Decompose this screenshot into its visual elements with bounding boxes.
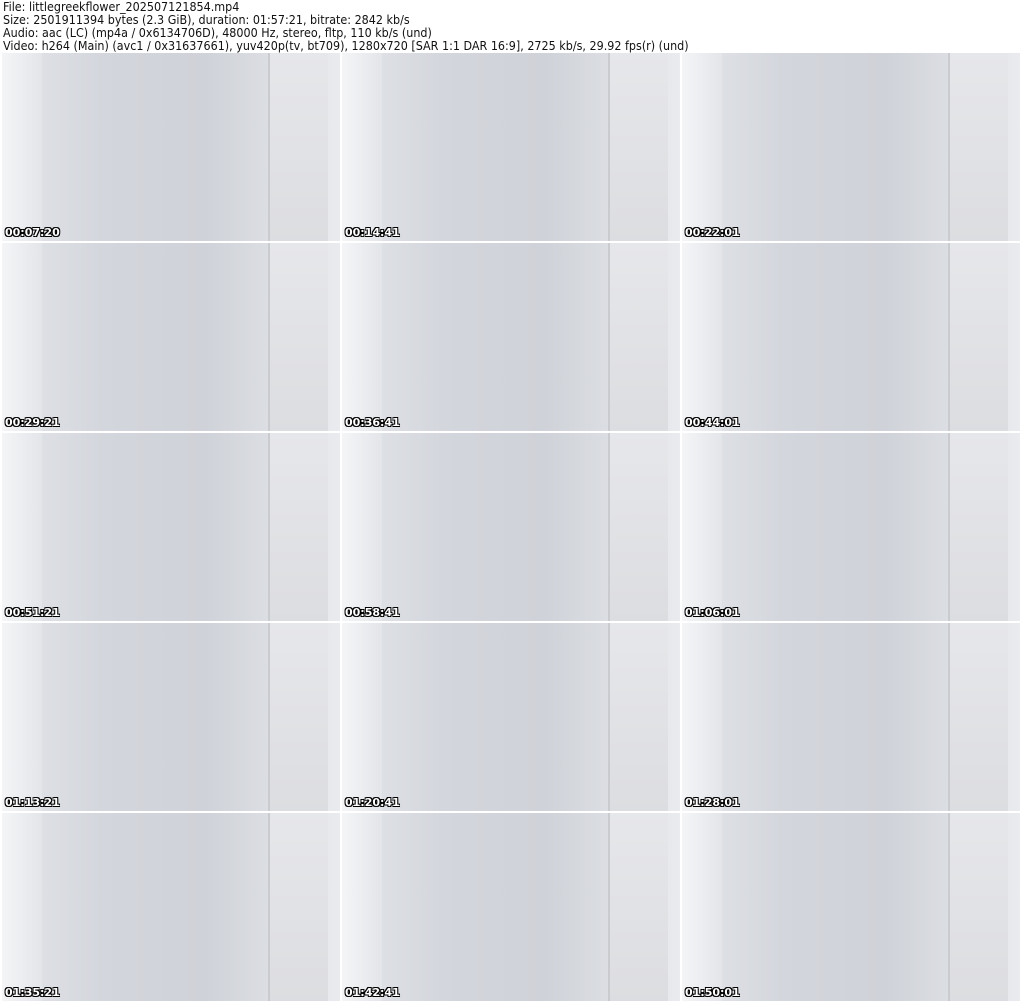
thumbnail-grid: 00:07:20 00:14:41 00:22:01 00:29:21 00:36:41… [2, 53, 1020, 1001]
door [268, 813, 328, 1001]
window-curtain [682, 243, 722, 431]
video-thumbnail: 00:22:01 [682, 53, 1020, 241]
door [948, 53, 1008, 241]
window-curtain [682, 623, 722, 811]
window-curtain [2, 623, 42, 811]
video-thumbnail: 00:58:41 [342, 433, 680, 621]
timestamp-label: 00:51:21 [5, 606, 60, 619]
window-curtain [2, 243, 42, 431]
video-thumbnail: 00:36:41 [342, 243, 680, 431]
window-curtain [682, 813, 722, 1001]
door [608, 243, 668, 431]
window-curtain [342, 433, 382, 621]
timestamp-label: 00:44:01 [685, 416, 740, 429]
video-thumbnail: 01:13:21 [2, 623, 340, 811]
door [608, 53, 668, 241]
video-thumbnail: 01:42:41 [342, 813, 680, 1001]
window-curtain [2, 53, 42, 241]
video-line: Video: h264 (Main) (avc1 / 0x31637661), … [3, 39, 689, 53]
window-curtain [2, 433, 42, 621]
timestamp-label: 00:07:20 [5, 226, 60, 239]
video-thumbnail: 01:06:01 [682, 433, 1020, 621]
timestamp-label: 00:14:41 [345, 226, 400, 239]
video-thumbnail: 00:51:21 [2, 433, 340, 621]
timestamp-label: 00:29:21 [5, 416, 60, 429]
video-thumbnail: 01:28:01 [682, 623, 1020, 811]
video-thumbnail: 00:29:21 [2, 243, 340, 431]
door [608, 433, 668, 621]
window-curtain [2, 813, 42, 1001]
door [948, 243, 1008, 431]
timestamp-label: 01:06:01 [685, 606, 740, 619]
timestamp-label: 01:35:21 [5, 986, 60, 999]
door [948, 813, 1008, 1001]
window-curtain [682, 433, 722, 621]
door [608, 623, 668, 811]
window-curtain [342, 813, 382, 1001]
timestamp-label: 01:50:01 [685, 986, 740, 999]
door [948, 433, 1008, 621]
door [268, 243, 328, 431]
door [268, 53, 328, 241]
timestamp-label: 00:22:01 [685, 226, 740, 239]
window-curtain [342, 243, 382, 431]
timestamp-label: 01:28:01 [685, 796, 740, 809]
door [608, 813, 668, 1001]
timestamp-label: 01:13:21 [5, 796, 60, 809]
video-thumbnail: 00:14:41 [342, 53, 680, 241]
video-thumbnail: 01:50:01 [682, 813, 1020, 1001]
video-thumbnail: 00:07:20 [2, 53, 340, 241]
door [948, 623, 1008, 811]
timestamp-label: 01:42:41 [345, 986, 400, 999]
video-thumbnail: 01:20:41 [342, 623, 680, 811]
timestamp-label: 01:20:41 [345, 796, 400, 809]
timestamp-label: 00:58:41 [345, 606, 400, 619]
door [268, 623, 328, 811]
timestamp-label: 00:36:41 [345, 416, 400, 429]
window-curtain [342, 623, 382, 811]
window-curtain [682, 53, 722, 241]
window-curtain [342, 53, 382, 241]
video-thumbnail: 01:35:21 [2, 813, 340, 1001]
video-thumbnail: 00:44:01 [682, 243, 1020, 431]
file-info-header: File: littlegreekflower_202507121854.mp4… [3, 1, 689, 53]
door [268, 433, 328, 621]
